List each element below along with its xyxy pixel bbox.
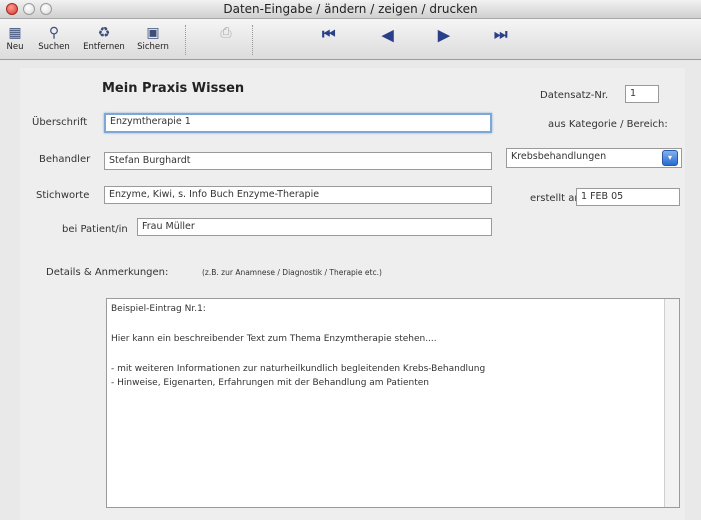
search-button[interactable]: ⚲ Suchen	[34, 22, 74, 52]
details-line: - Hinweise, Eigenarten, Erfahrungen mit …	[111, 378, 429, 388]
previous-record-icon[interactable]: ◀	[382, 26, 394, 44]
search-label: Suchen	[38, 42, 70, 52]
vertical-scrollbar[interactable]	[664, 299, 679, 507]
toolbar: ▦ Neu ⚲ Suchen ♻ Entfernen ▣ Sichern ⎙ ⏮…	[0, 19, 701, 60]
last-record-icon[interactable]: ⏭	[494, 26, 508, 43]
print-button[interactable]: ⎙	[214, 22, 238, 42]
category-label: aus Kategorie / Bereich:	[548, 119, 668, 130]
remove-label: Entfernen	[83, 42, 125, 52]
keywords-field[interactable]: Enzyme, Kiwi, s. Info Buch Enzyme-Therap…	[104, 186, 492, 204]
app-window: Daten-Eingabe / ändern / zeigen / drucke…	[0, 0, 701, 520]
floppy-disk-icon: ▣	[146, 24, 160, 40]
printer-icon: ⎙	[220, 24, 232, 40]
search-icon: ⚲	[48, 24, 60, 40]
new-button[interactable]: ▦ Neu	[4, 22, 26, 52]
record-number-field[interactable]: 1	[625, 85, 659, 103]
toolbar-separator	[252, 25, 253, 55]
title-bar: Daten-Eingabe / ändern / zeigen / drucke…	[0, 0, 701, 19]
practitioner-field[interactable]: Stefan Burghardt	[104, 152, 492, 170]
record-number-label: Datensatz-Nr.	[540, 90, 609, 101]
details-hint: (z.B. zur Anamnese / Diagnostik / Therap…	[202, 268, 382, 277]
window-title: Daten-Eingabe / ändern / zeigen / drucke…	[223, 2, 478, 16]
save-label: Sichern	[137, 42, 169, 52]
next-record-icon[interactable]: ▶	[438, 26, 450, 44]
patient-field[interactable]: Frau Müller	[137, 218, 492, 236]
details-line: Beispiel-Eintrag Nr.1:	[111, 304, 206, 314]
practitioner-label: Behandler	[39, 154, 91, 165]
category-select-value: Krebsbehandlungen	[511, 151, 607, 162]
trash-icon: ♻	[97, 24, 111, 40]
details-textarea[interactable]: Beispiel-Eintrag Nr.1: Hier kann ein bes…	[106, 298, 680, 508]
toolbar-separator	[185, 25, 186, 55]
new-label: Neu	[6, 42, 24, 52]
first-record-icon[interactable]: ⏮	[322, 26, 336, 43]
new-record-icon: ▦	[8, 24, 22, 40]
details-label: Details & Anmerkungen:	[46, 267, 169, 278]
keywords-label: Stichworte	[36, 190, 90, 201]
chevron-down-icon[interactable]: ▾	[662, 150, 678, 166]
title-field[interactable]: Enzymtherapie 1	[104, 113, 492, 133]
save-button[interactable]: ▣ Sichern	[132, 22, 174, 52]
details-line: - mit weiteren Informationen zur naturhe…	[111, 364, 486, 374]
category-select[interactable]: Krebsbehandlungen ▾	[506, 148, 682, 168]
title-label: Überschrift	[32, 117, 88, 128]
patient-label: bei Patient/in	[62, 224, 128, 235]
created-date-field[interactable]: 1 FEB 05	[576, 188, 680, 206]
page-title: Mein Praxis Wissen	[102, 81, 245, 96]
details-line: Hier kann ein beschreibender Text zum Th…	[111, 334, 437, 344]
remove-button[interactable]: ♻ Entfernen	[80, 22, 128, 52]
